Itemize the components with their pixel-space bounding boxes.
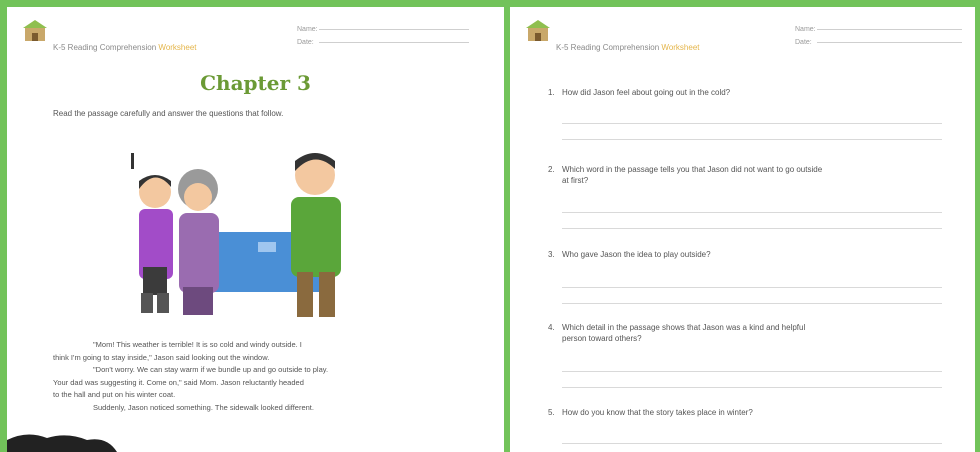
date-field: Date: <box>795 39 962 46</box>
answer-line[interactable] <box>562 443 942 444</box>
brand-text: K-5 Reading Comprehension Worksheet <box>556 43 700 52</box>
answer-line[interactable] <box>562 139 942 140</box>
house-logo-icon <box>526 20 550 41</box>
answer-line[interactable] <box>562 287 942 288</box>
passage-line: to the hall and put on his winter coat. <box>53 390 176 399</box>
instructions-text: Read the passage carefully and answer th… <box>53 109 284 118</box>
answer-line[interactable] <box>562 303 942 304</box>
passage-line: "Don't worry. We can stay warm if we bun… <box>93 365 329 374</box>
reading-passage: "Mom! This weather is terrible! It is so… <box>53 339 483 414</box>
passage-line: Your dad was suggesting it. Come on," sa… <box>53 377 304 387</box>
answer-line[interactable] <box>562 371 942 372</box>
question-3: 3. Who gave Jason the idea to play outsid… <box>548 250 711 259</box>
passage-line: Suddenly, Jason noticed something. The s… <box>93 402 314 412</box>
question-2: 2. Which word in the passage tells you th… <box>548 165 823 185</box>
worksheet-page-right: K-5 Reading Comprehension Worksheet Name… <box>510 7 975 452</box>
worksheet-page-left: K-5 Reading Comprehension Worksheet Name… <box>7 7 504 452</box>
passage-line: "Mom! This weather is terrible! It is so… <box>93 340 302 349</box>
answer-line[interactable] <box>562 387 942 388</box>
answer-line[interactable] <box>562 228 942 229</box>
question-1: 1. How did Jason feel about going out in … <box>548 88 731 97</box>
answer-line[interactable] <box>562 123 942 124</box>
name-field: Name: <box>297 26 469 33</box>
question-4: 4. Which detail in the passage shows that… <box>548 323 806 343</box>
corner-decoration <box>7 434 117 452</box>
house-logo-icon <box>23 20 47 41</box>
name-field: Name: <box>795 26 962 33</box>
brand-text: K-5 Reading Comprehension Worksheet <box>53 43 197 52</box>
question-5: 5. How do you know that the story takes p… <box>548 408 753 417</box>
passage-line: think I'm going to stay inside," Jason s… <box>53 352 270 362</box>
family-illustration <box>131 153 341 317</box>
answer-line[interactable] <box>562 212 942 213</box>
date-field: Date: <box>297 39 469 46</box>
chapter-title: Chapter 3 <box>200 71 311 95</box>
